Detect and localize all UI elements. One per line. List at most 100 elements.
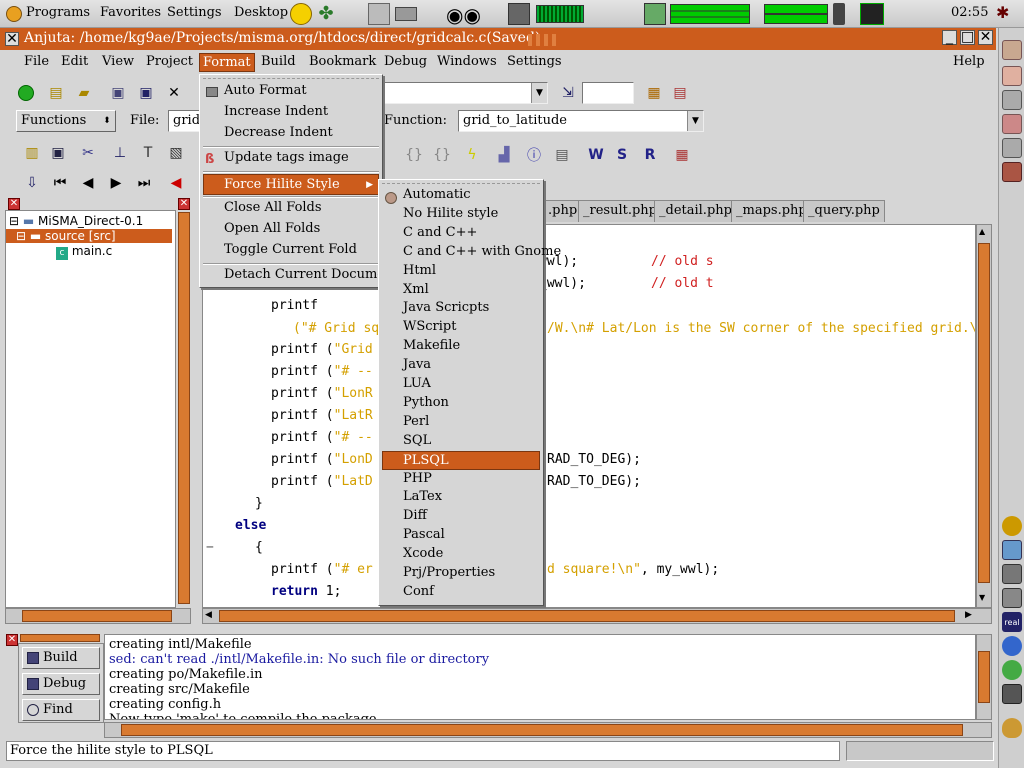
menu-update-tags[interactable]: ß Update tags image	[200, 148, 382, 169]
hilite-item-c-and-c-[interactable]: C and C++	[379, 224, 543, 243]
back-icon[interactable]: ◀	[166, 173, 186, 193]
dock-drive-icon[interactable]	[1002, 90, 1022, 110]
clover-icon[interactable]: ✤	[315, 3, 337, 25]
messages-hscroll-thumb[interactable]	[121, 724, 963, 736]
menu-edit[interactable]: Edit	[58, 53, 91, 70]
tearoff[interactable]	[382, 183, 540, 185]
scroll-down-icon[interactable]: ▼	[979, 593, 985, 602]
hilite-item-plsql[interactable]: PLSQL	[382, 450, 540, 470]
tab-detail[interactable]: _detail.php	[654, 200, 737, 222]
memory-icon[interactable]: ▤	[552, 145, 572, 165]
menu-bookmark[interactable]: Bookmark	[306, 53, 379, 70]
editor-hscroll[interactable]: ◀ ▶	[202, 608, 992, 624]
hilite-item-no-hilite-style[interactable]: No Hilite style	[379, 205, 543, 224]
prev-icon[interactable]: ◀	[78, 173, 98, 193]
menu-force-hilite[interactable]: Force Hilite Style ▶	[203, 174, 379, 195]
dock-real-icon[interactable]: real	[1002, 612, 1022, 632]
find-tab[interactable]: Find	[22, 699, 100, 721]
breakpoint-icon[interactable]: ⇩	[22, 173, 42, 193]
scroll-left-icon[interactable]: ◀	[205, 610, 212, 620]
clock[interactable]: 02:55	[951, 5, 988, 20]
functions-combo[interactable]: Functions ⬍	[16, 110, 116, 132]
hilite-item-java-scricpts[interactable]: Java Scricpts	[379, 299, 543, 318]
dock-bug-icon[interactable]	[1002, 162, 1022, 182]
chevron-down-icon[interactable]: ▼	[687, 111, 703, 131]
debug-tab[interactable]: Debug	[22, 673, 100, 695]
hilite-item-xcode[interactable]: Xcode	[379, 545, 543, 564]
grid-icon[interactable]: ▦	[672, 145, 692, 165]
panel-programs[interactable]: Programs	[26, 5, 90, 20]
panel-favorites[interactable]: Favorites	[100, 5, 161, 20]
hilite-item-automatic[interactable]: Automatic	[379, 186, 543, 205]
r-icon[interactable]: R	[640, 145, 660, 165]
hilite-item-java[interactable]: Java	[379, 356, 543, 375]
indent-icon[interactable]: ⊥	[110, 143, 130, 163]
panel-settings[interactable]: Settings	[167, 5, 222, 20]
package-icon[interactable]	[368, 3, 390, 25]
scroll-right-icon[interactable]: ▶	[965, 610, 972, 620]
title-bar[interactable]: ✕ Anjuta: /home/kg9ae/Projects/misma.org…	[0, 28, 996, 50]
menu-file[interactable]: File	[21, 53, 52, 70]
smiley-icon[interactable]	[290, 3, 312, 25]
tree-hscroll[interactable]	[5, 608, 191, 624]
editor-vscroll-thumb[interactable]	[978, 243, 990, 583]
tearoff[interactable]	[203, 78, 379, 80]
line-number-field[interactable]	[582, 82, 634, 104]
editor-vscroll[interactable]: ▲ ▼	[976, 224, 992, 608]
minimize-icon[interactable]: _	[942, 30, 957, 45]
menu-build[interactable]: Build	[258, 53, 299, 70]
compile-icon[interactable]: ▧	[166, 143, 186, 163]
messages-view[interactable]: creating intl/Makefile sed: can't read ./…	[104, 634, 976, 720]
bookmark-icon[interactable]: ▦	[644, 83, 664, 103]
next-icon[interactable]: ▶	[106, 173, 126, 193]
menu-increase-indent[interactable]: Increase Indent	[200, 102, 382, 123]
registers-icon[interactable]: W	[586, 145, 606, 165]
tab-query[interactable]: _query.php	[803, 200, 885, 222]
hilite-item-xml[interactable]: Xml	[379, 281, 543, 300]
editor-hscroll-thumb[interactable]	[219, 610, 955, 622]
menu-project[interactable]: Project	[143, 53, 196, 70]
first-icon[interactable]: ⏮	[50, 173, 70, 193]
chevron-down-icon[interactable]: ▼	[531, 83, 547, 103]
hilite-item-python[interactable]: Python	[379, 394, 543, 413]
tree-source[interactable]: ⊟ ▬ source [src]	[6, 229, 172, 243]
dock-face-icon[interactable]	[1002, 66, 1022, 86]
hilite-item-perl[interactable]: Perl	[379, 413, 543, 432]
hilite-item-c-and-c-with-gnome[interactable]: C and C++ with Gnome	[379, 243, 561, 262]
hilite-item-diff[interactable]: Diff	[379, 507, 543, 526]
hilite-item-pascal[interactable]: Pascal	[379, 526, 543, 545]
info-icon[interactable]: ⓘ	[524, 145, 544, 165]
dock-gear-icon[interactable]	[1002, 516, 1022, 536]
network-icon[interactable]	[644, 3, 666, 25]
keyboard-icon[interactable]	[508, 3, 530, 25]
menu-windows[interactable]: Windows	[434, 53, 500, 70]
save-all-icon[interactable]: ▣	[136, 83, 156, 103]
menu-help[interactable]: Help	[950, 53, 988, 70]
search-combo[interactable]: ▼	[382, 82, 548, 104]
close-tree-icon[interactable]: ✕	[8, 198, 20, 210]
hilite-item-sql[interactable]: SQL	[379, 432, 543, 451]
hilite-item-html[interactable]: Html	[379, 262, 543, 281]
step-icon[interactable]: {}	[404, 145, 424, 165]
lightning-icon[interactable]: ϟ	[462, 145, 482, 165]
dock-disk-icon[interactable]	[1002, 138, 1022, 158]
tree-root[interactable]: ⊟ ▬ MiSMA_Direct-0.1	[9, 214, 143, 228]
hilite-item-conf[interactable]: Conf	[379, 583, 543, 602]
messages-hscroll[interactable]	[104, 722, 992, 738]
watch-icon[interactable]: ▟	[494, 145, 514, 165]
goto-icon[interactable]: ⇲	[558, 83, 578, 103]
menu-toggle-fold[interactable]: Toggle Current Fold	[200, 240, 382, 261]
copy-icon[interactable]: ▥	[22, 143, 42, 163]
dock-drive2-icon[interactable]	[1002, 564, 1022, 584]
hilite-item-latex[interactable]: LaTex	[379, 488, 543, 507]
open-folder-icon[interactable]: ▰	[74, 83, 94, 103]
run-icon[interactable]	[18, 85, 34, 101]
close-window-icon[interactable]: ✕	[978, 30, 993, 45]
project-tree[interactable]: ⊟ ▬ MiSMA_Direct-0.1 ⊟ ▬ source [src] c …	[5, 210, 176, 608]
save-icon[interactable]: ▣	[108, 83, 128, 103]
dock-tool-icon[interactable]	[1002, 684, 1022, 704]
menu-close-all-folds[interactable]: Close All Folds	[200, 198, 382, 219]
messages-vscroll[interactable]	[976, 634, 992, 720]
close-icon[interactable]: ✕	[5, 32, 19, 46]
hilite-item-lua[interactable]: LUA	[379, 375, 543, 394]
